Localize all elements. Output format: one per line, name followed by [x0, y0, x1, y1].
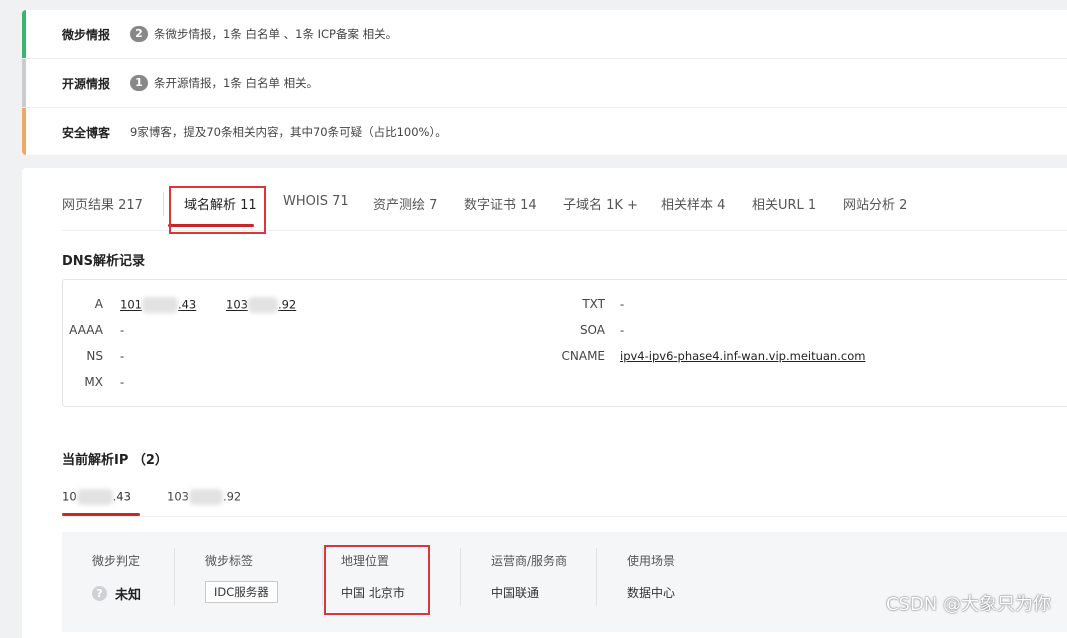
scenario-value: 数据中心: [627, 586, 676, 600]
tab-certificates[interactable]: 数字证书 14: [464, 194, 537, 213]
idc-tag[interactable]: IDC服务器: [205, 581, 278, 603]
redacted-ip-blur: [76, 489, 113, 505]
column-divider: [460, 548, 461, 606]
dns-ip-prefix: 103: [226, 297, 248, 312]
intel-count-badge: 1: [130, 75, 148, 91]
detail-scenario: 使用场景 数据中心: [627, 552, 676, 600]
dns-a-record-2[interactable]: 103.92: [226, 297, 296, 313]
tab-site-analysis[interactable]: 网站分析 2: [843, 194, 907, 213]
dns-cname-link[interactable]: ipv4-ipv6-phase4.inf-wan.vip.meituan.com: [620, 349, 865, 363]
intel-text: 条开源情报，1条 白名单 相关。: [154, 76, 319, 90]
dns-key-mx: MX: [84, 375, 103, 389]
dns-key-txt: TXT: [582, 297, 605, 311]
dns-key-aaaa: AAAA: [69, 323, 103, 337]
ip-prefix: 103: [167, 489, 189, 504]
intel-summary-card: 微步情报 2 条微步情报，1条 白名单 、1条 ICP备案 相关。 开源情报 1…: [22, 10, 1067, 155]
dns-key-soa: SOA: [579, 323, 605, 337]
detail-tags: 微步标签 IDC服务器: [205, 552, 278, 603]
tab-subdomains[interactable]: 子域名 1K +: [563, 194, 638, 213]
dns-aaaa-value: -: [120, 323, 125, 337]
main-card: 网页结果 217 域名解析 11 WHOIS 71 资产测绘 7 数字证书 14…: [22, 168, 1067, 638]
ip-tabs-baseline: [62, 516, 1067, 517]
csdn-watermark: CSDN @大象只为你: [885, 594, 1051, 615]
intel-text: 条微步情报，1条 白名单 、1条 ICP备案 相关。: [154, 27, 398, 41]
annotation-highlight-box: [169, 186, 266, 234]
annotation-highlight-box: [324, 545, 430, 615]
column-divider: [596, 548, 597, 606]
tab-whois[interactable]: WHOIS 71: [283, 194, 349, 209]
dns-ip-suffix: .43: [177, 297, 197, 312]
question-icon: ?: [92, 586, 107, 601]
judgement-value: ? 未知: [92, 584, 141, 603]
intel-row-security-blog[interactable]: 安全博客 9家博客，提及70条相关内容，其中70条可疑（占比100%）。: [22, 108, 1067, 155]
column-divider: [322, 548, 323, 606]
tab-related-samples[interactable]: 相关样本 4: [661, 194, 725, 213]
intel-label: 安全博客: [62, 125, 111, 140]
tags-value: IDC服务器: [205, 581, 278, 603]
isp-head: 运营商/服务商: [491, 554, 568, 568]
intel-color-bar: [22, 108, 26, 155]
tab-divider: [163, 192, 164, 216]
dns-ip-suffix: .92: [277, 297, 297, 312]
judgement-text: 未知: [115, 588, 142, 603]
intel-row-threatbook[interactable]: 微步情报 2 条微步情报，1条 白名单 、1条 ICP备案 相关。: [22, 10, 1067, 59]
detail-isp: 运营商/服务商 中国联通: [491, 552, 568, 600]
detail-judgement: 微步判定 ? 未知: [92, 552, 141, 603]
ip-suffix: .43: [112, 489, 131, 504]
intel-label: 微步情报: [62, 27, 111, 42]
dns-key-cname: CNAME: [561, 349, 606, 363]
dns-mx-value: -: [120, 375, 125, 389]
dns-ns-value: -: [120, 349, 125, 363]
active-ip-indicator: [62, 513, 140, 516]
dns-records-title: DNS解析记录: [62, 254, 146, 269]
intel-color-bar: [22, 10, 26, 58]
tab-related-url[interactable]: 相关URL 1: [752, 194, 816, 213]
dns-key-a: A: [94, 297, 103, 311]
intel-label: 开源情报: [62, 76, 111, 91]
ip-prefix: 10: [62, 489, 77, 504]
isp-value: 中国联通: [491, 586, 540, 600]
dns-soa-value: -: [620, 323, 625, 337]
intel-color-bar: [22, 59, 26, 107]
dns-a-record-1[interactable]: 101.43: [120, 297, 196, 313]
tab-web-results[interactable]: 网页结果 217: [62, 194, 143, 213]
redacted-ip-blur: [247, 297, 278, 313]
intel-text: 9家博客，提及70条相关内容，其中70条可疑（占比100%）。: [130, 125, 447, 139]
intel-count-badge: 2: [130, 26, 148, 42]
dns-txt-value: -: [620, 297, 625, 311]
redacted-ip-blur: [188, 489, 223, 505]
scenario-head: 使用场景: [627, 554, 676, 568]
ip-suffix: .92: [222, 489, 242, 504]
tags-head: 微步标签: [205, 554, 254, 568]
dns-records-panel: A 101.43 103.92 AAAA - NS - MX - TXT - S…: [62, 279, 1067, 407]
intel-row-open-source[interactable]: 开源情报 1 条开源情报，1条 白名单 相关。: [22, 59, 1067, 108]
tab-asset-mapping[interactable]: 资产测绘 7: [373, 194, 437, 213]
judgement-head: 微步判定: [92, 554, 141, 568]
current-ip-title: 当前解析IP （2）: [62, 453, 168, 468]
ip-tab-2[interactable]: 103.92: [167, 489, 241, 505]
dns-key-ns: NS: [86, 349, 103, 363]
redacted-ip-blur: [141, 297, 178, 313]
ip-detail-panel: 微步判定 ? 未知 微步标签 IDC服务器 地理位置 中国 北京市 运营商/服务商…: [62, 532, 1067, 632]
ip-tab-1[interactable]: 10.43: [62, 489, 131, 505]
dns-ip-prefix: 101: [120, 297, 142, 312]
column-divider: [174, 548, 175, 606]
